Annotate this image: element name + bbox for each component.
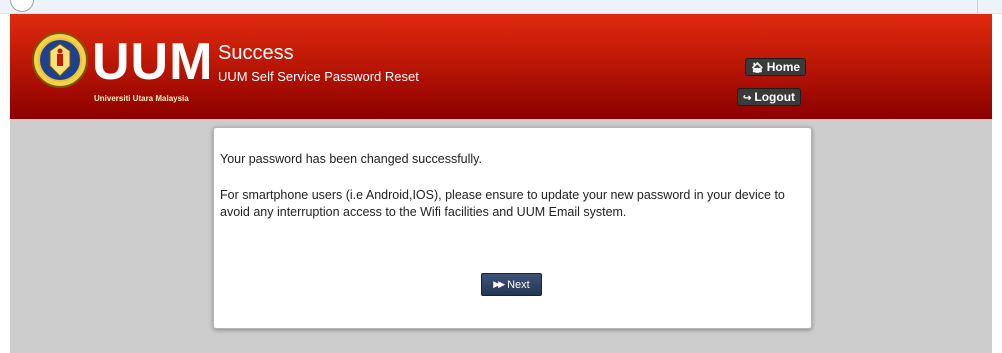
page-title: Success [218, 42, 294, 64]
logout-icon: ↪ [743, 93, 752, 104]
home-button[interactable]: 🏠︎ Home [745, 58, 807, 76]
next-button[interactable]: ▶▶ Next [481, 273, 542, 296]
notice-message: For smartphone users (i.e Android,IOS), … [220, 188, 785, 219]
logo-subtext: Universiti Utara Malaysia [94, 94, 189, 103]
success-message: Your password has been changed successfu… [220, 152, 482, 166]
browser-circle-icon [10, 0, 34, 12]
logout-button-label: Logout [754, 90, 796, 104]
logo-text: UUM [92, 33, 214, 91]
home-icon: 🏠︎ [751, 63, 764, 74]
home-button-label: Home [766, 60, 801, 74]
page-subtitle: UUM Self Service Password Reset [218, 69, 419, 84]
browser-top-strip [0, 0, 1002, 14]
page-header: UUM Universiti Utara Malaysia Success UU… [10, 14, 992, 119]
divider [977, 0, 978, 13]
fast-forward-icon: ▶▶ [493, 279, 505, 289]
uum-crest-icon [32, 32, 88, 88]
logout-button[interactable]: ↪ Logout [737, 88, 802, 106]
next-button-label: Next [507, 278, 530, 291]
success-panel: Your password has been changed successfu… [213, 127, 812, 329]
